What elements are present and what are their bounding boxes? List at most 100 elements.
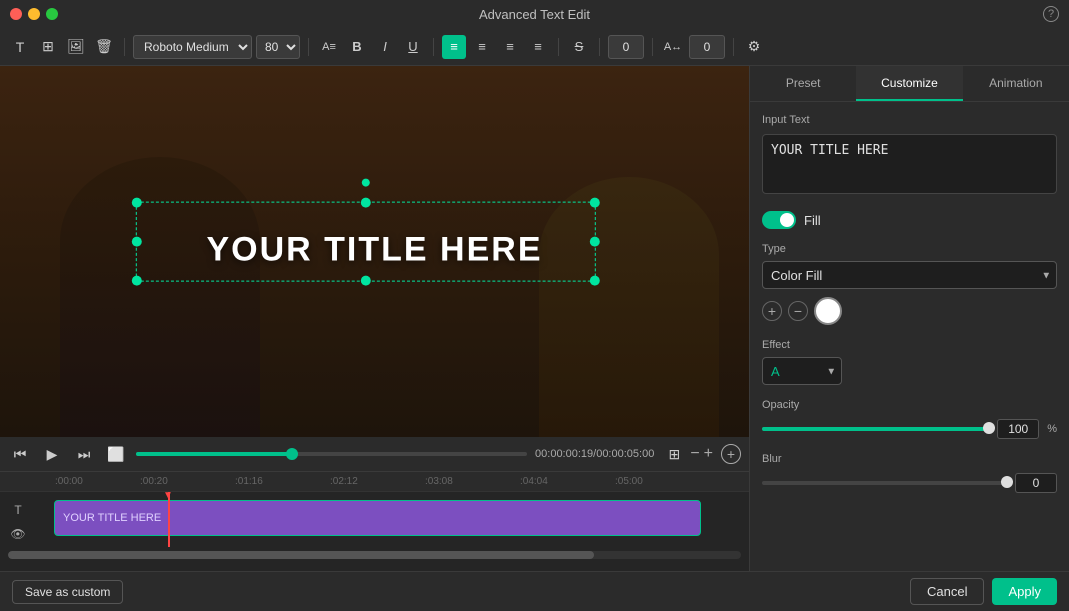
letter-spacing-input[interactable] (608, 35, 644, 59)
fill-toggle[interactable] (762, 211, 796, 229)
type-label: Type (762, 243, 1057, 255)
char-spacing-input[interactable] (689, 35, 725, 59)
type-select[interactable]: Color Fill Gradient Fill Image Fill (762, 261, 1057, 289)
skip-back-button[interactable]: ⏮ (8, 442, 32, 466)
separator-1 (124, 38, 125, 56)
playback-thumb[interactable] (286, 448, 298, 460)
italic-button[interactable]: I (373, 35, 397, 59)
tab-customize[interactable]: Customize (856, 66, 962, 101)
bottom-bar: Save as custom Cancel Apply (0, 571, 1069, 611)
bold-button[interactable]: B (345, 35, 369, 59)
opacity-slider[interactable] (762, 427, 989, 431)
visibility-track-icon[interactable]: 👁 (8, 524, 28, 544)
tab-animation[interactable]: Animation (963, 66, 1069, 101)
fill-toggle-thumb (780, 213, 794, 227)
window-title: Advanced Text Edit (479, 7, 590, 22)
zoom-in-button[interactable]: + (704, 445, 713, 463)
clip-label: YOUR TITLE HERE (63, 512, 161, 524)
ruler-mark-0: :00:00 (55, 476, 83, 487)
ruler-mark-5: :04:04 (520, 476, 548, 487)
effect-select-wrapper: A ▾ (762, 357, 842, 385)
title-text-overlay: YOUR TITLE HERE (206, 230, 542, 269)
close-button[interactable] (10, 8, 22, 20)
apply-button[interactable]: Apply (992, 578, 1057, 605)
cancel-button[interactable]: Cancel (910, 578, 984, 605)
help-button[interactable]: ? (1043, 6, 1059, 22)
timeline-clip[interactable]: YOUR TITLE HERE (54, 500, 701, 536)
play-button[interactable]: ▶ (40, 442, 64, 466)
underline-button[interactable]: U (401, 35, 425, 59)
fill-label: Fill (804, 213, 821, 228)
blur-label: Blur (762, 453, 1057, 465)
playback-progress-bar[interactable] (136, 452, 527, 456)
add-color-button[interactable]: + (762, 301, 782, 321)
effect-select[interactable]: A (762, 357, 842, 385)
align-center-button[interactable]: ≡ (470, 35, 494, 59)
timeline-scrollbar-thumb[interactable] (8, 551, 594, 559)
zoom-out-button[interactable]: − (690, 445, 699, 463)
fill-section: Fill (762, 211, 1057, 229)
align-left-button[interactable]: ≡ (442, 35, 466, 59)
char-spacing-icon[interactable]: A↔ (661, 35, 685, 59)
scene: YOUR TITLE HERE (0, 66, 749, 437)
player-controls: ⏮ ▶ ⏭ ⬜ 00:00:00:19/00:00:05:00 ⊞ − + + (0, 437, 749, 471)
remove-color-button[interactable]: − (788, 301, 808, 321)
bottom-actions: Cancel Apply (910, 578, 1057, 605)
text-style-icon[interactable]: A≡ (317, 35, 341, 59)
zoom-fit-button[interactable]: ⊞ (662, 442, 686, 466)
opacity-unit: % (1047, 423, 1057, 435)
separator-7 (733, 38, 734, 56)
font-family-select[interactable]: Roboto Medium (133, 35, 252, 59)
timeline: :00:00 :00:20 :01:16 :02:12 :03:08 :04:0… (0, 471, 749, 571)
minimize-button[interactable] (28, 8, 40, 20)
window-controls (10, 8, 58, 20)
ruler-mark-4: :03:08 (425, 476, 453, 487)
ruler-mark-1: :00:20 (140, 476, 168, 487)
align-justify-button[interactable]: ≡ (526, 35, 550, 59)
ruler-mark-2: :01:16 (235, 476, 263, 487)
text-track-icon[interactable]: T (8, 500, 28, 520)
playback-progress-fill (136, 452, 292, 456)
add-track-button[interactable]: + (721, 444, 741, 464)
crop-button[interactable]: ⬜ (104, 442, 128, 466)
separator-4 (558, 38, 559, 56)
type-section: Type Color Fill Gradient Fill Image Fill… (762, 243, 1057, 325)
type-select-wrapper: Color Fill Gradient Fill Image Fill ▾ (762, 261, 1057, 289)
input-text-section: Input Text (762, 114, 1057, 197)
blur-value-input[interactable] (1015, 473, 1057, 493)
save-custom-button[interactable]: Save as custom (12, 580, 123, 604)
select-tool-icon[interactable]: ⊞ (36, 35, 60, 59)
color-controls: + − (762, 297, 1057, 325)
font-size-select[interactable]: 80 (256, 35, 300, 59)
strikethrough-button[interactable]: S (567, 35, 591, 59)
separator-3 (433, 38, 434, 56)
opacity-thumb[interactable] (983, 422, 995, 434)
skip-forward-button[interactable]: ⏭ (72, 442, 96, 466)
time-display: 00:00:00:19/00:00:05:00 (535, 448, 654, 460)
text-tool-icon[interactable]: T (8, 35, 32, 59)
ruler-mark-6: :05:00 (615, 476, 643, 487)
opacity-label: Opacity (762, 399, 1057, 411)
blur-thumb[interactable] (1001, 476, 1013, 488)
track-icons: T 👁 (8, 500, 28, 544)
tab-preset[interactable]: Preset (750, 66, 856, 101)
timeline-scrollbar[interactable] (8, 551, 741, 559)
video-area: YOUR TITLE HERE ⏮ ▶ ⏭ ⬜ (0, 66, 749, 571)
input-text-field[interactable] (762, 134, 1057, 194)
color-swatch[interactable] (814, 297, 842, 325)
delete-tool-icon[interactable]: 🗑 (92, 35, 116, 59)
opacity-value-input[interactable] (997, 419, 1039, 439)
opacity-section: Opacity % (762, 399, 1057, 439)
toolbar: T ⊞ 🖼 🗑 Roboto Medium 80 A≡ B I U ≡ ≡ ≡ … (0, 28, 1069, 66)
align-right-button[interactable]: ≡ (498, 35, 522, 59)
timeline-tracks: T 👁 YOUR TITLE HERE (0, 492, 749, 547)
blur-slider[interactable] (762, 481, 1007, 485)
opacity-row: % (762, 419, 1057, 439)
video-canvas[interactable]: YOUR TITLE HERE (0, 66, 749, 437)
image-tool-icon[interactable]: 🖼 (64, 35, 88, 59)
maximize-button[interactable] (46, 8, 58, 20)
effect-label: Effect (762, 339, 1057, 351)
fill-row: Fill (762, 211, 1057, 229)
panel-tabs: Preset Customize Animation (750, 66, 1069, 102)
more-options-icon[interactable]: ⚙ (742, 35, 766, 59)
